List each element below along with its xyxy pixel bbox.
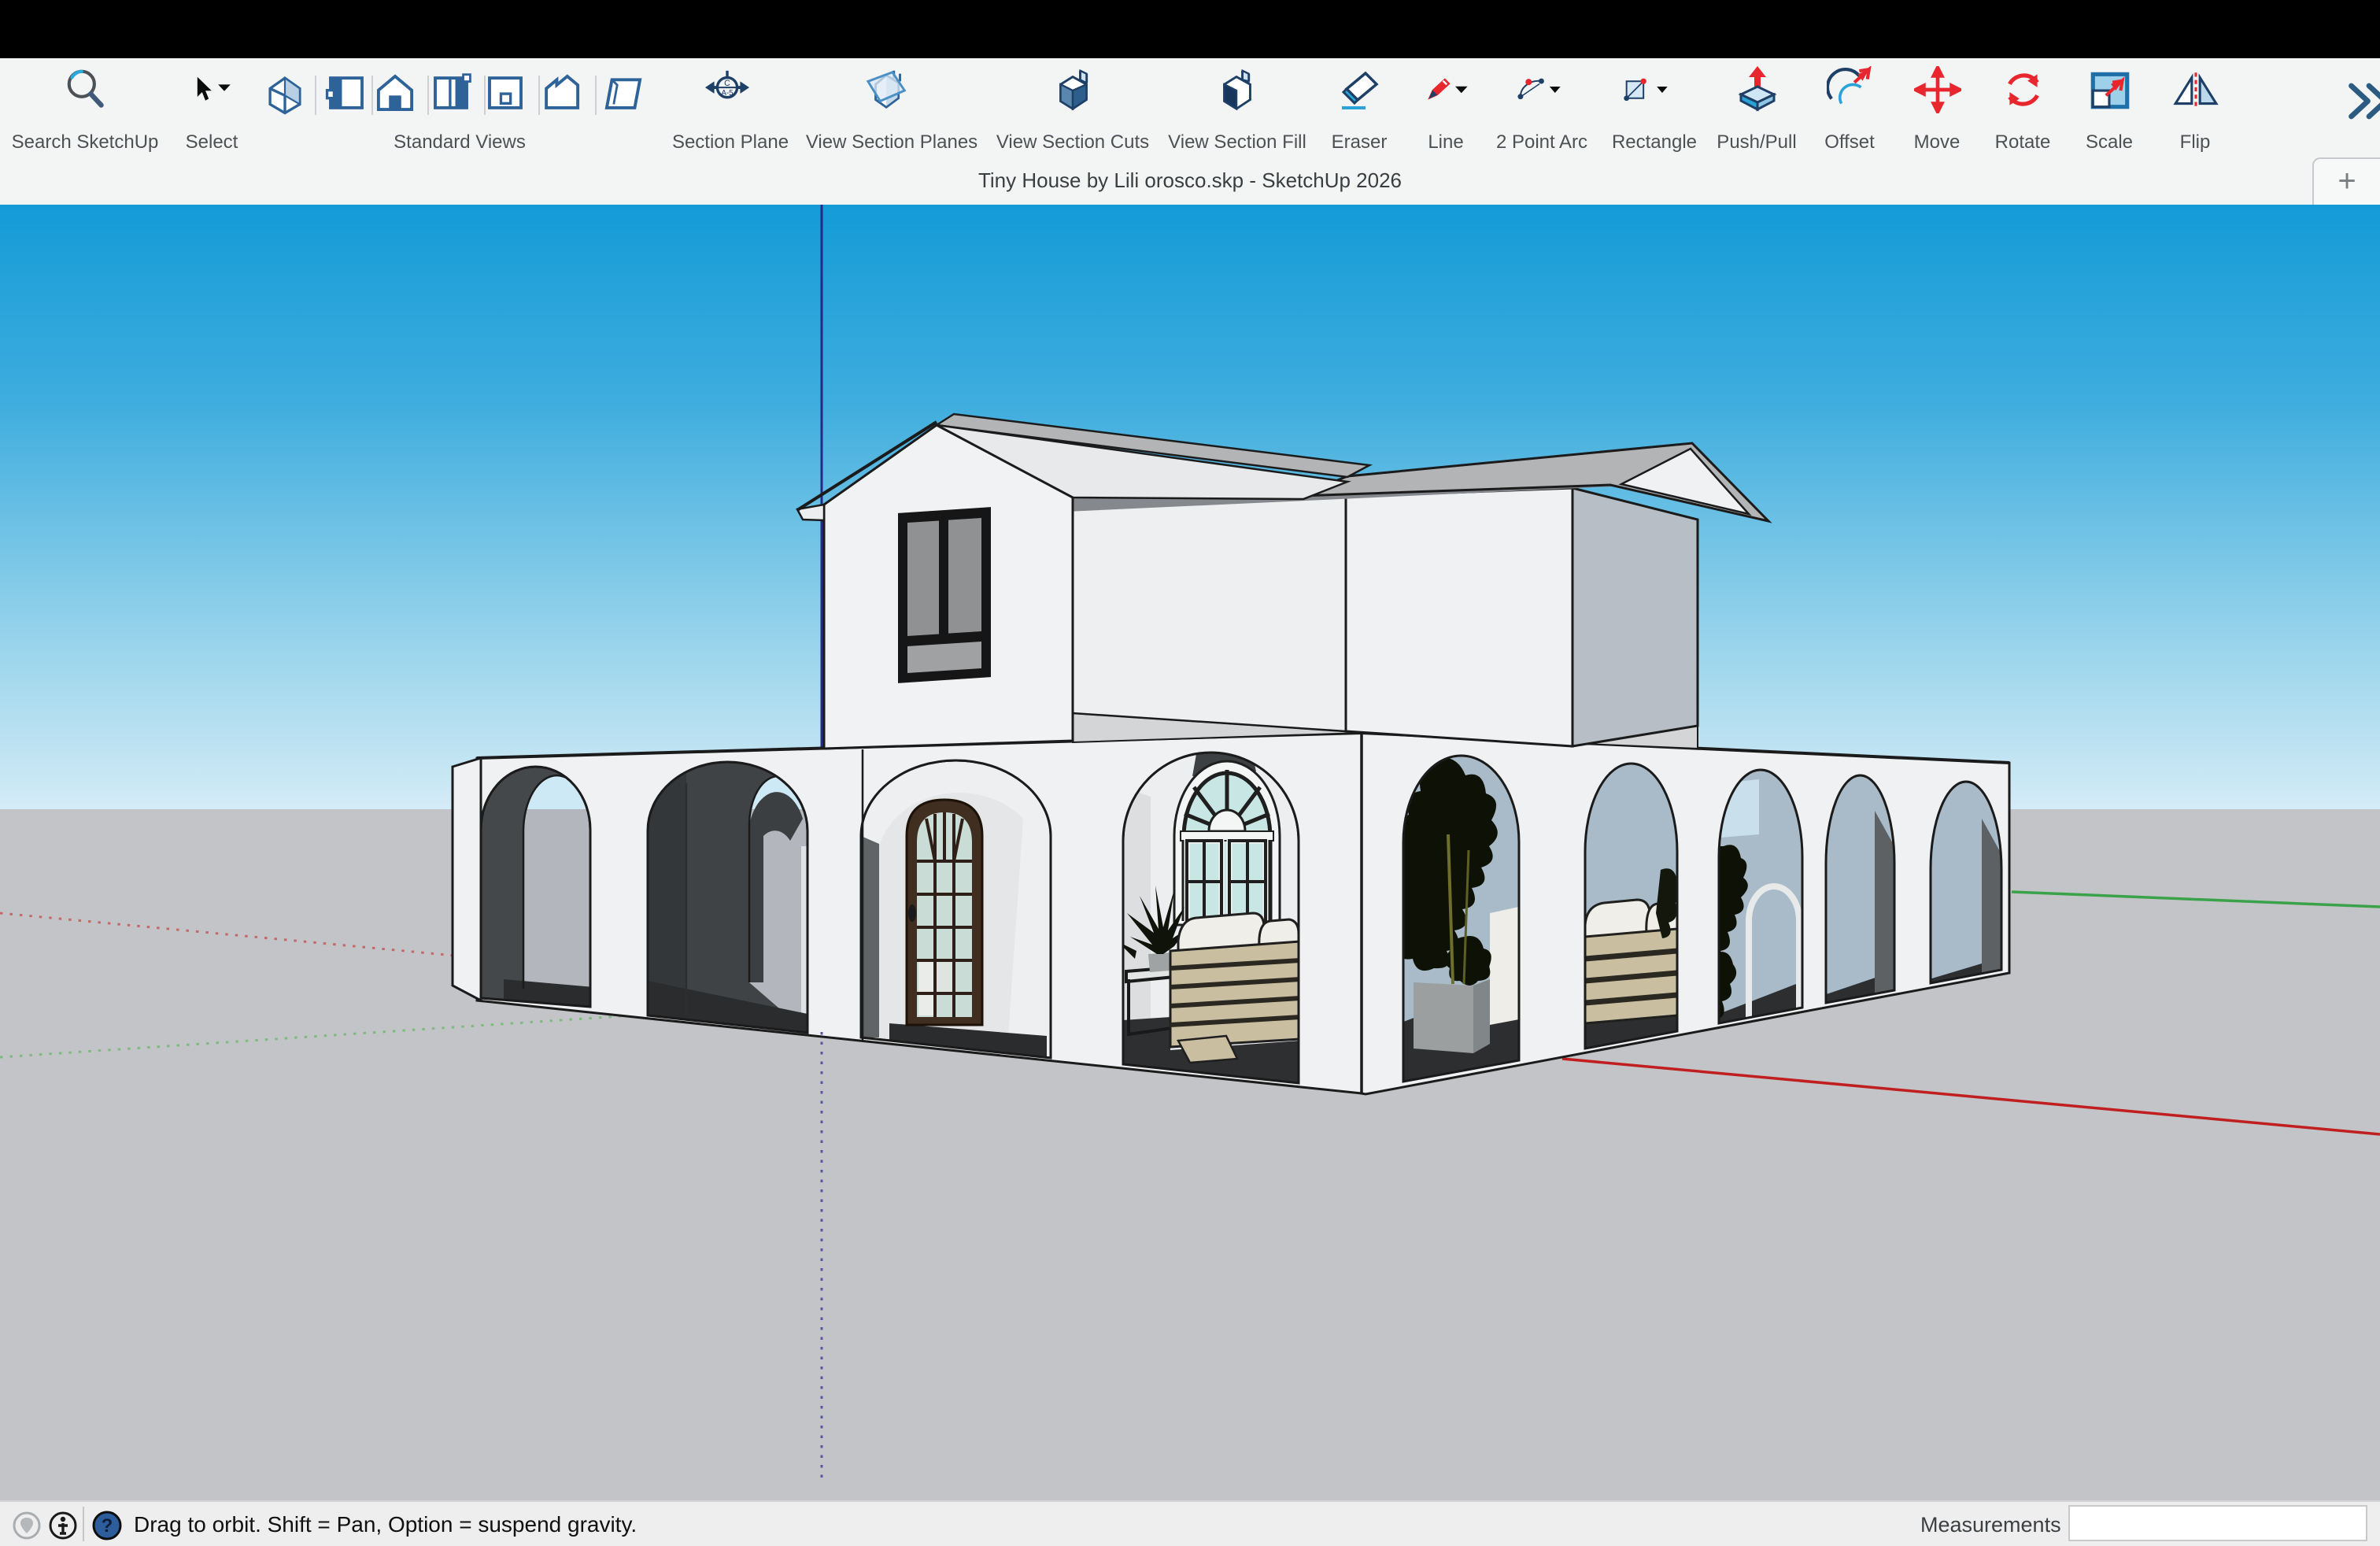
- svg-text:C: C: [724, 79, 730, 88]
- svg-text:?: ?: [102, 1515, 113, 1537]
- svg-text:A-5: A-5: [721, 89, 733, 98]
